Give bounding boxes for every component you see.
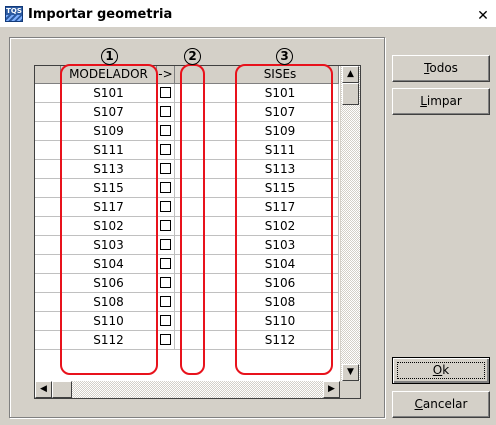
scroll-down-arrow-icon[interactable]: ▼ <box>342 364 359 381</box>
row-checkbox[interactable] <box>160 201 171 212</box>
row-checkbox[interactable] <box>160 315 171 326</box>
cancelar-button[interactable]: Cancelar <box>392 391 490 418</box>
checkbox-cell[interactable] <box>157 122 175 141</box>
row-checkbox[interactable] <box>160 125 171 136</box>
row-header-cell <box>35 103 61 122</box>
annotation-box-arrow <box>180 64 205 375</box>
close-button[interactable]: ✕ <box>475 9 491 23</box>
checkbox-cell[interactable] <box>157 103 175 122</box>
annotation-number-2: 2 <box>184 48 201 65</box>
checkbox-cell[interactable] <box>157 255 175 274</box>
ok-button[interactable]: Ok <box>392 357 490 384</box>
row-header-cell <box>35 160 61 179</box>
checkbox-cell[interactable] <box>157 293 175 312</box>
row-header-cell <box>35 179 61 198</box>
row-checkbox[interactable] <box>160 277 171 288</box>
checkbox-cell[interactable] <box>157 198 175 217</box>
row-checkbox[interactable] <box>160 258 171 269</box>
annotation-number-3: 3 <box>276 48 293 65</box>
vertical-scroll-thumb[interactable] <box>342 83 359 105</box>
horizontal-scroll-thumb[interactable] <box>52 381 72 398</box>
todos-button[interactable]: Todos <box>392 55 490 82</box>
scroll-up-arrow-icon[interactable]: ▲ <box>342 66 359 83</box>
scrollbar-corner <box>340 381 360 398</box>
row-checkbox[interactable] <box>160 182 171 193</box>
row-header-cell <box>35 331 61 350</box>
horizontal-scrollbar[interactable]: ◀ ▶ <box>35 381 340 398</box>
row-checkbox[interactable] <box>160 106 171 117</box>
scroll-right-arrow-icon[interactable]: ▶ <box>323 381 340 398</box>
vertical-scrollbar[interactable]: ▲ ▼ <box>340 66 360 381</box>
row-checkbox[interactable] <box>160 296 171 307</box>
checkbox-cell[interactable] <box>157 179 175 198</box>
app-icon-text: TQS <box>6 7 22 15</box>
row-header-cell <box>35 293 61 312</box>
scroll-left-arrow-icon[interactable]: ◀ <box>35 381 52 398</box>
title-bar: TQS Importar geometria ✕ <box>0 0 496 28</box>
checkbox-cell[interactable] <box>157 217 175 236</box>
row-header-cell <box>35 122 61 141</box>
checkbox-cell[interactable] <box>157 274 175 293</box>
dialog-title: Importar geometria <box>28 7 173 22</box>
column-header-arrow[interactable]: -> <box>157 66 175 84</box>
row-header-cell <box>35 236 61 255</box>
row-checkbox[interactable] <box>160 334 171 345</box>
checkbox-cell[interactable] <box>157 160 175 179</box>
limpar-button[interactable]: Limpar <box>392 88 490 115</box>
annotation-number-1: 1 <box>101 48 118 65</box>
annotation-box-modelador <box>60 64 158 375</box>
row-checkbox[interactable] <box>160 220 171 231</box>
import-geometry-dialog: TQS Importar geometria ✕ MODELADOR -> SI… <box>0 0 496 425</box>
row-checkbox[interactable] <box>160 87 171 98</box>
row-checkbox[interactable] <box>160 163 171 174</box>
row-checkbox[interactable] <box>160 239 171 250</box>
tqs-app-icon: TQS <box>5 6 23 22</box>
checkbox-cell[interactable] <box>157 84 175 103</box>
row-header-cell <box>35 255 61 274</box>
checkbox-cell[interactable] <box>157 312 175 331</box>
row-header-cell <box>35 217 61 236</box>
row-header-cell <box>35 274 61 293</box>
row-header-cell <box>35 141 61 160</box>
annotation-box-sises <box>235 64 333 375</box>
row-checkbox[interactable] <box>160 144 171 155</box>
row-header-corner <box>35 66 61 84</box>
row-header-cell <box>35 84 61 103</box>
checkbox-cell[interactable] <box>157 236 175 255</box>
row-header-cell <box>35 312 61 331</box>
checkbox-cell[interactable] <box>157 141 175 160</box>
row-header-cell <box>35 198 61 217</box>
checkbox-cell[interactable] <box>157 331 175 350</box>
